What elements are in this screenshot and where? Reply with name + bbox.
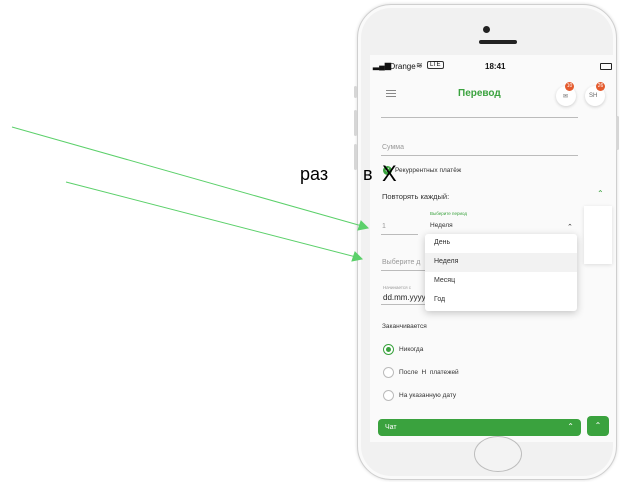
period-select[interactable]: Неделя [430, 222, 453, 229]
side-panel [584, 206, 612, 264]
mute-switch [354, 86, 357, 98]
annotation-arrow-1 [11, 126, 363, 227]
front-camera [483, 26, 490, 33]
notifications-icon: ✉ [563, 94, 569, 100]
dropdown-item-year[interactable]: Год [425, 291, 577, 310]
carrier-label: Orange [389, 62, 416, 71]
chevron-up-icon[interactable]: ⌃ [597, 189, 604, 198]
select-field[interactable]: Выберите д [382, 259, 420, 266]
chat-expand-button[interactable]: ⌃ [587, 416, 609, 436]
home-button[interactable] [474, 436, 522, 472]
dropdown-item-week[interactable]: Неделя [425, 253, 577, 272]
start-date-input[interactable]: dd.mm.yyyy [383, 293, 426, 302]
radio-never[interactable] [383, 344, 394, 355]
menu-icon[interactable] [386, 88, 396, 99]
select-underline [381, 270, 426, 271]
radio-never-label: Никогда [399, 346, 424, 353]
volume-up-button [354, 110, 357, 136]
wifi-icon: ≋ [416, 61, 423, 70]
radio-on-date[interactable] [383, 390, 394, 401]
chevron-up-icon[interactable]: ⌃ [567, 223, 573, 231]
dropdown-item-day[interactable]: День [425, 234, 577, 253]
clock: 18:41 [485, 62, 506, 71]
recurring-label: Рекуррентных платёж [395, 167, 462, 174]
chat-bar[interactable]: Чат ⌃ [378, 419, 581, 436]
power-button [616, 116, 619, 150]
page-title: Перевод [458, 88, 501, 99]
volume-down-button [354, 144, 357, 170]
ends-label: Заканчивается [382, 323, 427, 330]
profile-initials: SH [589, 93, 598, 99]
radio-after-payments[interactable] [383, 367, 394, 378]
start-date-underline [381, 304, 426, 305]
period-dropdown: День Неделя Месяц Год [425, 234, 577, 311]
profile-badge: 26 [596, 82, 605, 91]
repeat-label: Повторять каждый: [382, 192, 450, 201]
period-hint: Выберите период [430, 211, 468, 216]
radio-on-date-label: На указанную дату [399, 392, 457, 399]
annotation-text-1: раз [300, 164, 329, 184]
recurring-checkbox[interactable]: ✓ [383, 166, 392, 175]
dropdown-item-month[interactable]: Месяц [425, 272, 577, 291]
radio-after-payments-label: После Н платежей [399, 369, 459, 376]
count-input[interactable]: 1 [382, 223, 386, 230]
network-badge: LTE [427, 61, 444, 69]
annotation-arrow-2 [65, 181, 357, 258]
chevron-up-icon: ⌃ [567, 422, 574, 431]
notifications-badge: 10 [565, 82, 574, 91]
chat-label: Чат [385, 424, 397, 431]
amount-underline [381, 155, 578, 156]
header-divider [381, 117, 578, 118]
battery-icon [600, 63, 612, 70]
count-underline [381, 234, 418, 235]
amount-input[interactable]: Сумма [382, 144, 404, 151]
earpiece-speaker [479, 40, 517, 44]
start-hint: Начинается с [383, 285, 412, 290]
